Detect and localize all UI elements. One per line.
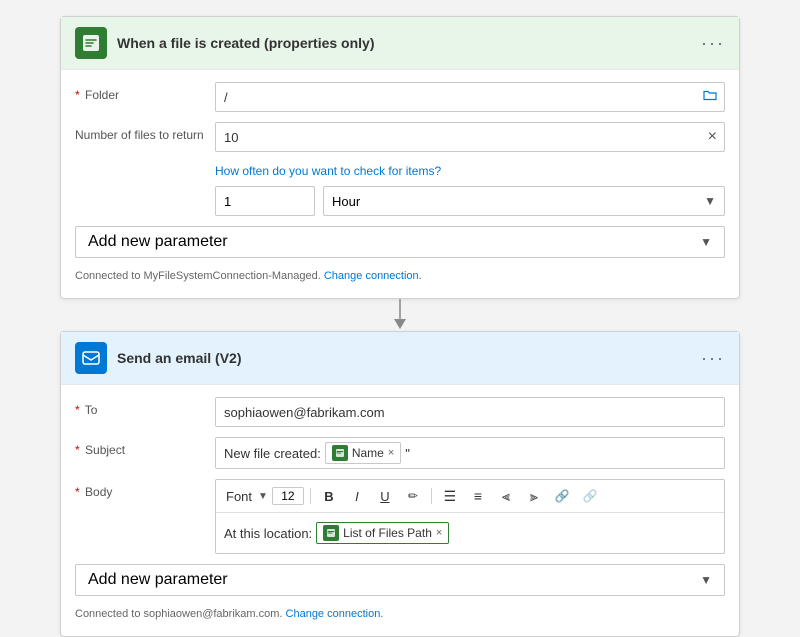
remove-link-button[interactable]: 🔗 [578,484,602,508]
body-token-label: List of Files Path [343,526,432,540]
chevron-down-icon: ▼ [704,194,716,208]
subject-name-token[interactable]: Name × [325,442,401,464]
italic-button[interactable]: I [345,484,369,508]
subject-field[interactable]: New file created: Name × " [215,437,725,469]
action-card-header: Send an email (V2) ··· [61,332,739,385]
font-dropdown[interactable]: Font ▼ [222,487,268,506]
align-right-button[interactable]: ⫸ [522,484,546,508]
action-change-connection-link[interactable]: Change connection. [286,608,384,620]
num-files-input[interactable] [215,122,725,152]
subject-prefix-text: New file created: [224,446,321,461]
num-files-input-wrapper: × [215,122,725,152]
subject-row: * Subject New file created: Name × " [75,437,725,469]
subject-token-icon [332,445,348,461]
bullets-unordered-button[interactable]: ☰ [438,484,462,508]
to-input-wrapper [215,397,725,427]
body-toolbar: Font ▼ B I U ✏ [216,480,724,513]
body-prefix-text: At this location: [224,526,312,541]
underline-button[interactable]: U [373,484,397,508]
trigger-connection-info: Connected to MyFileSystemConnection-Mana… [75,266,725,286]
bold-button[interactable]: B [317,484,341,508]
body-row: * Body Font ▼ B I [75,479,725,554]
num-files-clear-icon[interactable]: × [708,128,717,146]
folder-row: * Folder [75,82,725,112]
action-menu-button[interactable]: ··· [701,348,725,369]
trigger-add-param-label: Add new parameter [88,233,228,251]
trigger-change-connection-link[interactable]: Change connection. [324,270,422,282]
link-icon: 🔗 [554,489,569,503]
folder-input[interactable] [215,82,725,112]
body-token[interactable]: List of Files Path × [316,522,449,544]
toolbar-divider-2 [431,488,432,504]
trigger-add-param-chevron-icon: ▼ [700,235,712,249]
num-files-row: Number of files to return × [75,122,725,152]
freq-number-input[interactable] [215,186,315,216]
bullets-ordered-icon: ≡ [474,488,482,504]
trigger-icon [75,27,107,59]
check-freq-row: Hour ▼ [215,186,725,216]
font-chevron-icon: ▼ [258,491,268,502]
trigger-title: When a file is created (properties only) [117,35,691,51]
bullets-ordered-button[interactable]: ≡ [466,484,490,508]
to-row: * To [75,397,725,427]
to-label: * To [75,397,205,417]
folder-input-wrapper [215,82,725,112]
trigger-add-param-button[interactable]: Add new parameter ▼ [75,226,725,258]
folder-label: * Folder [75,82,205,102]
trigger-card: When a file is created (properties only)… [60,16,740,299]
pen-icon: ✏ [408,489,418,503]
trigger-card-header: When a file is created (properties only)… [61,17,739,70]
insert-link-button[interactable]: 🔗 [550,484,574,508]
align-left-button[interactable]: ⫷ [494,484,518,508]
action-title: Send an email (V2) [117,350,691,366]
trigger-card-body: * Folder Number of files to return × [61,70,739,298]
font-label: Font [222,487,256,506]
body-content[interactable]: At this location: List of Files Path × [216,513,724,553]
flow-arrow [388,299,412,331]
subject-token-close-icon[interactable]: × [388,447,394,459]
body-token-close-icon[interactable]: × [436,527,442,539]
to-input[interactable] [215,397,725,427]
subject-label: * Subject [75,437,205,457]
action-card: Send an email (V2) ··· * To * Subject Ne… [60,331,740,637]
action-add-param-chevron-icon: ▼ [700,573,712,587]
action-icon [75,342,107,374]
action-add-param-label: Add new parameter [88,571,228,589]
align-left-icon: ⫷ [502,488,510,505]
pen-button[interactable]: ✏ [401,484,425,508]
body-token-icon [323,525,339,541]
freq-unit-dropdown[interactable]: Hour ▼ [323,186,725,216]
font-size-input[interactable] [272,487,304,505]
bullets-unordered-icon: ☰ [444,488,457,505]
action-card-body: * To * Subject New file created: [61,385,739,636]
body-field[interactable]: Font ▼ B I U ✏ [215,479,725,554]
body-label: * Body [75,479,205,499]
folder-browse-icon[interactable] [703,89,717,106]
check-freq-question: How often do you want to check for items… [215,162,725,180]
subject-token-label: Name [352,446,384,460]
unlink-icon: 🔗 [582,489,597,503]
toolbar-divider-1 [310,488,311,504]
action-add-param-button[interactable]: Add new parameter ▼ [75,564,725,596]
num-files-label: Number of files to return [75,122,205,142]
align-right-icon: ⫸ [530,488,538,505]
subject-suffix-text: " [405,446,410,461]
trigger-menu-button[interactable]: ··· [701,33,725,54]
action-connection-info: Connected to sophiaowen@fabrikam.com. Ch… [75,604,725,624]
